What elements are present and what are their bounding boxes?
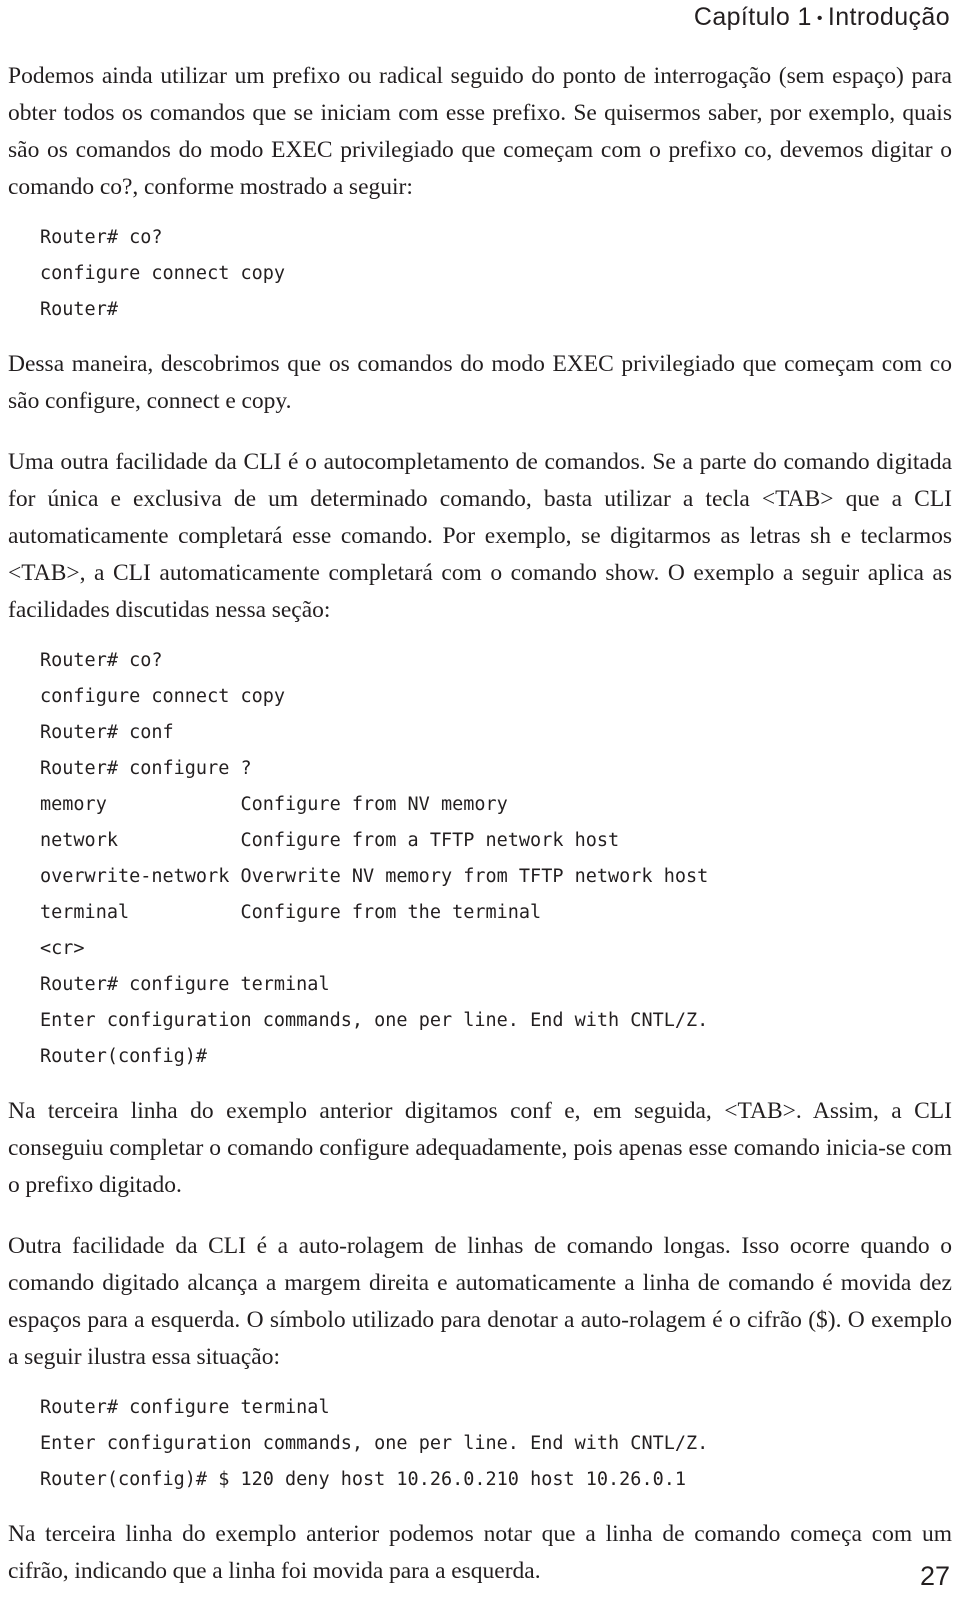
document-page: Capítulo 1 • Introdução Podemos ainda util… — [0, 0, 960, 1602]
code-line: Router# configure terminal — [40, 973, 330, 995]
code-block-2: Router# co? configure connect copy Route… — [8, 643, 952, 1075]
paragraph-2: Dessa maneira, descobrimos que os comand… — [8, 350, 952, 414]
help-entry-keyword: network — [40, 829, 118, 851]
bullet-separator-icon: • — [816, 10, 823, 27]
help-entry: terminal Configure from the terminal — [40, 895, 952, 931]
paragraph-4: Na terceira linha do exemplo anterior di… — [8, 1097, 952, 1198]
paragraph-1: Podemos ainda utilizar um prefixo ou rad… — [8, 62, 952, 200]
paragraph-5: Outra facilidade da CLI é a auto-rolagem… — [8, 1232, 952, 1370]
code-line: Router# conf — [40, 721, 174, 743]
code-line: Router(config)# $ 120 deny host 10.26.0.… — [40, 1468, 687, 1490]
code-line: configure connect copy — [40, 685, 286, 707]
code-line: Enter configuration commands, one per li… — [40, 1009, 709, 1031]
help-entry-keyword: overwrite-network — [40, 865, 230, 887]
paragraph-3: Uma outra facilidade da CLI é o autocomp… — [8, 448, 952, 623]
help-entry-keyword: memory — [40, 793, 107, 815]
code-line: Router(config)# — [40, 1045, 208, 1067]
code-block-1: Router# co? configure connect copy Route… — [8, 220, 952, 328]
code-line: Router# — [40, 298, 118, 320]
code-line: Enter configuration commands, one per li… — [40, 1432, 709, 1454]
code-line: Router# co? — [40, 226, 163, 248]
help-entry-keyword: terminal — [40, 901, 130, 923]
code-block-3: Router# configure terminal Enter configu… — [8, 1390, 952, 1498]
running-head: Capítulo 1 • Introdução — [8, 0, 952, 32]
help-entry-description: Overwrite NV memory from TFTP network ho… — [240, 865, 709, 887]
help-entry-description: Configure from NV memory — [240, 793, 508, 815]
running-head-chapter: Capítulo 1 — [693, 3, 812, 31]
page-number: 27 — [919, 1561, 950, 1591]
paragraph-6: Na terceira linha do exemplo anterior po… — [8, 1520, 952, 1584]
help-entry-description: Configure from the terminal — [240, 901, 542, 923]
help-entry-description: Configure from a TFTP network host — [240, 829, 620, 851]
help-entry: memory Configure from NV memory — [40, 787, 952, 823]
help-entry: network Configure from a TFTP network hos… — [40, 823, 952, 859]
code-line: configure connect copy — [40, 262, 286, 284]
running-head-title: Introdução — [827, 3, 950, 31]
code-line: Router# configure ? — [40, 757, 252, 779]
code-line: Router# configure terminal — [40, 1396, 330, 1418]
code-line: Router# co? — [40, 649, 163, 671]
code-line: <cr> — [40, 937, 85, 959]
help-entry: overwrite-network Overwrite NV memory fro… — [40, 859, 952, 895]
